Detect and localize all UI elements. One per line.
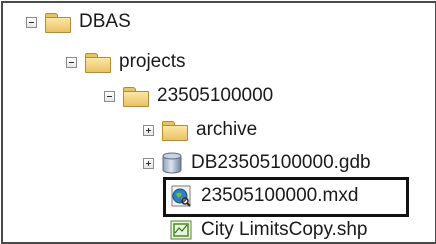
selected-item-highlight: [163, 177, 409, 217]
tree-item-archive[interactable]: archive: [143, 115, 257, 145]
collapse-toggle-icon[interactable]: [104, 90, 115, 102]
tree-item-label: City LimitsCopy.shp: [201, 219, 368, 240]
collapse-toggle-icon[interactable]: [26, 16, 37, 28]
shapefile-icon: [170, 220, 192, 240]
tree-item-projects[interactable]: projects: [66, 47, 186, 77]
collapse-toggle-icon[interactable]: [66, 56, 77, 68]
tree-item-dbas[interactable]: DBAS: [26, 7, 131, 37]
tree-item-label: archive: [196, 119, 258, 140]
folder-open-icon: [44, 12, 71, 33]
expand-toggle-icon[interactable]: [143, 124, 154, 136]
tree-item-shp[interactable]: City LimitsCopy.shp: [169, 215, 368, 242]
folder-open-icon: [84, 52, 111, 73]
expand-toggle-icon[interactable]: [143, 157, 154, 169]
tree-item-gdb[interactable]: DB23505100000.gdb: [143, 148, 371, 178]
catalog-tree-panel: DBAS projects 23505100000 archive DB2350…: [1, 1, 436, 244]
tree-item-label: 23505100000: [157, 85, 274, 106]
tree-item-label: projects: [119, 51, 186, 72]
folder-open-icon: [122, 86, 149, 107]
tree-item-project-folder[interactable]: 23505100000: [104, 81, 273, 111]
tree-item-label: DB23505100000.gdb: [191, 152, 371, 173]
folder-icon: [161, 120, 188, 141]
tree-item-label: DBAS: [79, 11, 131, 32]
geodatabase-icon: [162, 152, 182, 174]
